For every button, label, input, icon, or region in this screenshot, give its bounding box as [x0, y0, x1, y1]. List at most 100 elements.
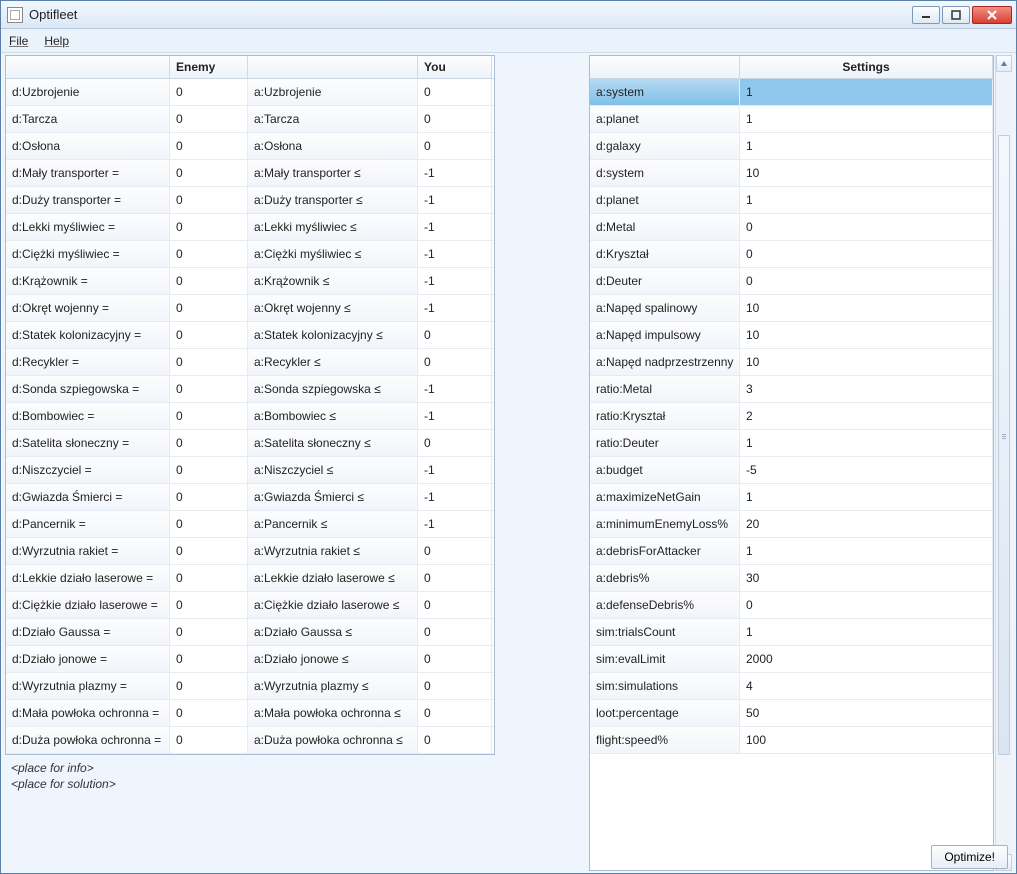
settings-value-cell[interactable]: 10 — [740, 295, 993, 321]
table-row[interactable]: d:Ciężki myśliwiec =0a:Ciężki myśliwiec … — [6, 241, 494, 268]
you-value-cell[interactable]: 0 — [418, 322, 492, 348]
enemy-name-cell[interactable]: d:Wyrzutnia plazmy = — [6, 673, 170, 699]
settings-value-cell[interactable]: 1 — [740, 619, 993, 645]
table-row[interactable]: loot:percentage50 — [590, 700, 993, 727]
you-name-cell[interactable]: a:Krążownik ≤ — [248, 268, 418, 294]
table-row[interactable]: d:Osłona0a:Osłona0 — [6, 133, 494, 160]
enemy-value-cell[interactable]: 0 — [170, 727, 248, 753]
enemy-value-cell[interactable]: 0 — [170, 133, 248, 159]
table-row[interactable]: sim:evalLimit2000 — [590, 646, 993, 673]
you-name-cell[interactable]: a:Tarcza — [248, 106, 418, 132]
close-button[interactable] — [972, 6, 1012, 24]
you-value-cell[interactable]: 0 — [418, 79, 492, 105]
settings-key-cell[interactable]: sim:simulations — [590, 673, 740, 699]
you-value-cell[interactable]: 0 — [418, 430, 492, 456]
enemy-name-cell[interactable]: d:Sonda szpiegowska = — [6, 376, 170, 402]
table-row[interactable]: d:Recykler =0a:Recykler ≤0 — [6, 349, 494, 376]
enemy-value-cell[interactable]: 0 — [170, 295, 248, 321]
table-row[interactable]: ratio:Kryształ2 — [590, 403, 993, 430]
table-row[interactable]: d:Mała powłoka ochronna =0a:Mała powłoka… — [6, 700, 494, 727]
enemy-value-cell[interactable]: 0 — [170, 511, 248, 537]
settings-key-cell[interactable]: ratio:Kryształ — [590, 403, 740, 429]
enemy-name-cell[interactable]: d:Niszczyciel = — [6, 457, 170, 483]
enemy-name-cell[interactable]: d:Lekkie działo laserowe = — [6, 565, 170, 591]
settings-value-cell[interactable]: 30 — [740, 565, 993, 591]
settings-value-cell[interactable]: 0 — [740, 592, 993, 618]
table-row[interactable]: sim:simulations4 — [590, 673, 993, 700]
you-name-cell[interactable]: a:Działo jonowe ≤ — [248, 646, 418, 672]
settings-value-cell[interactable]: 2 — [740, 403, 993, 429]
you-name-cell[interactable]: a:Duża powłoka ochronna ≤ — [248, 727, 418, 753]
table-row[interactable]: sim:trialsCount1 — [590, 619, 993, 646]
table-row[interactable]: a:system1 — [590, 79, 993, 106]
enemy-name-cell[interactable]: d:Osłona — [6, 133, 170, 159]
table-row[interactable]: d:Gwiazda Śmierci =0a:Gwiazda Śmierci ≤-… — [6, 484, 494, 511]
you-value-cell[interactable]: -1 — [418, 214, 492, 240]
you-value-cell[interactable]: -1 — [418, 241, 492, 267]
you-name-cell[interactable]: a:Recykler ≤ — [248, 349, 418, 375]
enemy-value-cell[interactable]: 0 — [170, 538, 248, 564]
settings-key-cell[interactable]: d:Kryształ — [590, 241, 740, 267]
settings-key-cell[interactable]: a:minimumEnemyLoss% — [590, 511, 740, 537]
table-row[interactable]: a:budget-5 — [590, 457, 993, 484]
you-value-cell[interactable]: 0 — [418, 646, 492, 672]
you-value-cell[interactable]: 0 — [418, 727, 492, 753]
enemy-name-cell[interactable]: d:Statek kolonizacyjny = — [6, 322, 170, 348]
table-row[interactable]: a:Napęd nadprzestrzenny10 — [590, 349, 993, 376]
enemy-value-cell[interactable]: 0 — [170, 160, 248, 186]
you-value-cell[interactable]: -1 — [418, 187, 492, 213]
enemy-value-cell[interactable]: 0 — [170, 430, 248, 456]
table-row[interactable]: d:Satelita słoneczny =0a:Satelita słonec… — [6, 430, 494, 457]
settings-key-cell[interactable]: sim:trialsCount — [590, 619, 740, 645]
you-value-cell[interactable]: 0 — [418, 349, 492, 375]
you-value-cell[interactable]: 0 — [418, 673, 492, 699]
table-row[interactable]: d:Metal0 — [590, 214, 993, 241]
settings-key-cell[interactable]: d:Deuter — [590, 268, 740, 294]
settings-value-cell[interactable]: 1 — [740, 106, 993, 132]
optimize-button[interactable]: Optimize! — [931, 845, 1008, 869]
enemy-name-cell[interactable]: d:Działo jonowe = — [6, 646, 170, 672]
scroll-up-icon[interactable] — [996, 55, 1012, 72]
settings-key-cell[interactable]: a:Napęd impulsowy — [590, 322, 740, 348]
enemy-value-cell[interactable]: 0 — [170, 322, 248, 348]
table-row[interactable]: d:Pancernik =0a:Pancernik ≤-1 — [6, 511, 494, 538]
col-you-name[interactable] — [248, 56, 418, 78]
table-row[interactable]: a:Napęd impulsowy10 — [590, 322, 993, 349]
settings-key-cell[interactable]: a:Napęd nadprzestrzenny — [590, 349, 740, 375]
settings-value-cell[interactable]: 0 — [740, 241, 993, 267]
enemy-name-cell[interactable]: d:Duża powłoka ochronna = — [6, 727, 170, 753]
enemy-value-cell[interactable]: 0 — [170, 214, 248, 240]
you-value-cell[interactable]: 0 — [418, 538, 492, 564]
enemy-name-cell[interactable]: d:Okręt wojenny = — [6, 295, 170, 321]
col-settings-value[interactable]: Settings — [740, 56, 993, 78]
enemy-name-cell[interactable]: d:Wyrzutnia rakiet = — [6, 538, 170, 564]
settings-key-cell[interactable]: d:system — [590, 160, 740, 186]
settings-value-cell[interactable]: 20 — [740, 511, 993, 537]
enemy-value-cell[interactable]: 0 — [170, 484, 248, 510]
settings-value-cell[interactable]: 0 — [740, 214, 993, 240]
table-row[interactable]: d:Działo Gaussa =0a:Działo Gaussa ≤0 — [6, 619, 494, 646]
enemy-value-cell[interactable]: 0 — [170, 349, 248, 375]
table-row[interactable]: a:debris%30 — [590, 565, 993, 592]
table-row[interactable]: a:planet1 — [590, 106, 993, 133]
settings-value-cell[interactable]: -5 — [740, 457, 993, 483]
enemy-name-cell[interactable]: d:Gwiazda Śmierci = — [6, 484, 170, 510]
enemy-value-cell[interactable]: 0 — [170, 646, 248, 672]
settings-key-cell[interactable]: flight:speed% — [590, 727, 740, 753]
table-row[interactable]: d:Działo jonowe =0a:Działo jonowe ≤0 — [6, 646, 494, 673]
you-name-cell[interactable]: a:Ciężki myśliwiec ≤ — [248, 241, 418, 267]
col-enemy-name[interactable] — [6, 56, 170, 78]
you-name-cell[interactable]: a:Uzbrojenie — [248, 79, 418, 105]
settings-value-cell[interactable]: 10 — [740, 322, 993, 348]
you-value-cell[interactable]: 0 — [418, 700, 492, 726]
titlebar[interactable]: Optifleet — [1, 1, 1016, 29]
you-name-cell[interactable]: a:Sonda szpiegowska ≤ — [248, 376, 418, 402]
enemy-name-cell[interactable]: d:Krążownik = — [6, 268, 170, 294]
enemy-value-cell[interactable]: 0 — [170, 457, 248, 483]
col-you-value[interactable]: You — [418, 56, 492, 78]
you-value-cell[interactable]: -1 — [418, 376, 492, 402]
settings-key-cell[interactable]: ratio:Metal — [590, 376, 740, 402]
enemy-value-cell[interactable]: 0 — [170, 106, 248, 132]
enemy-name-cell[interactable]: d:Mały transporter = — [6, 160, 170, 186]
table-row[interactable]: d:Ciężkie działo laserowe =0a:Ciężkie dz… — [6, 592, 494, 619]
